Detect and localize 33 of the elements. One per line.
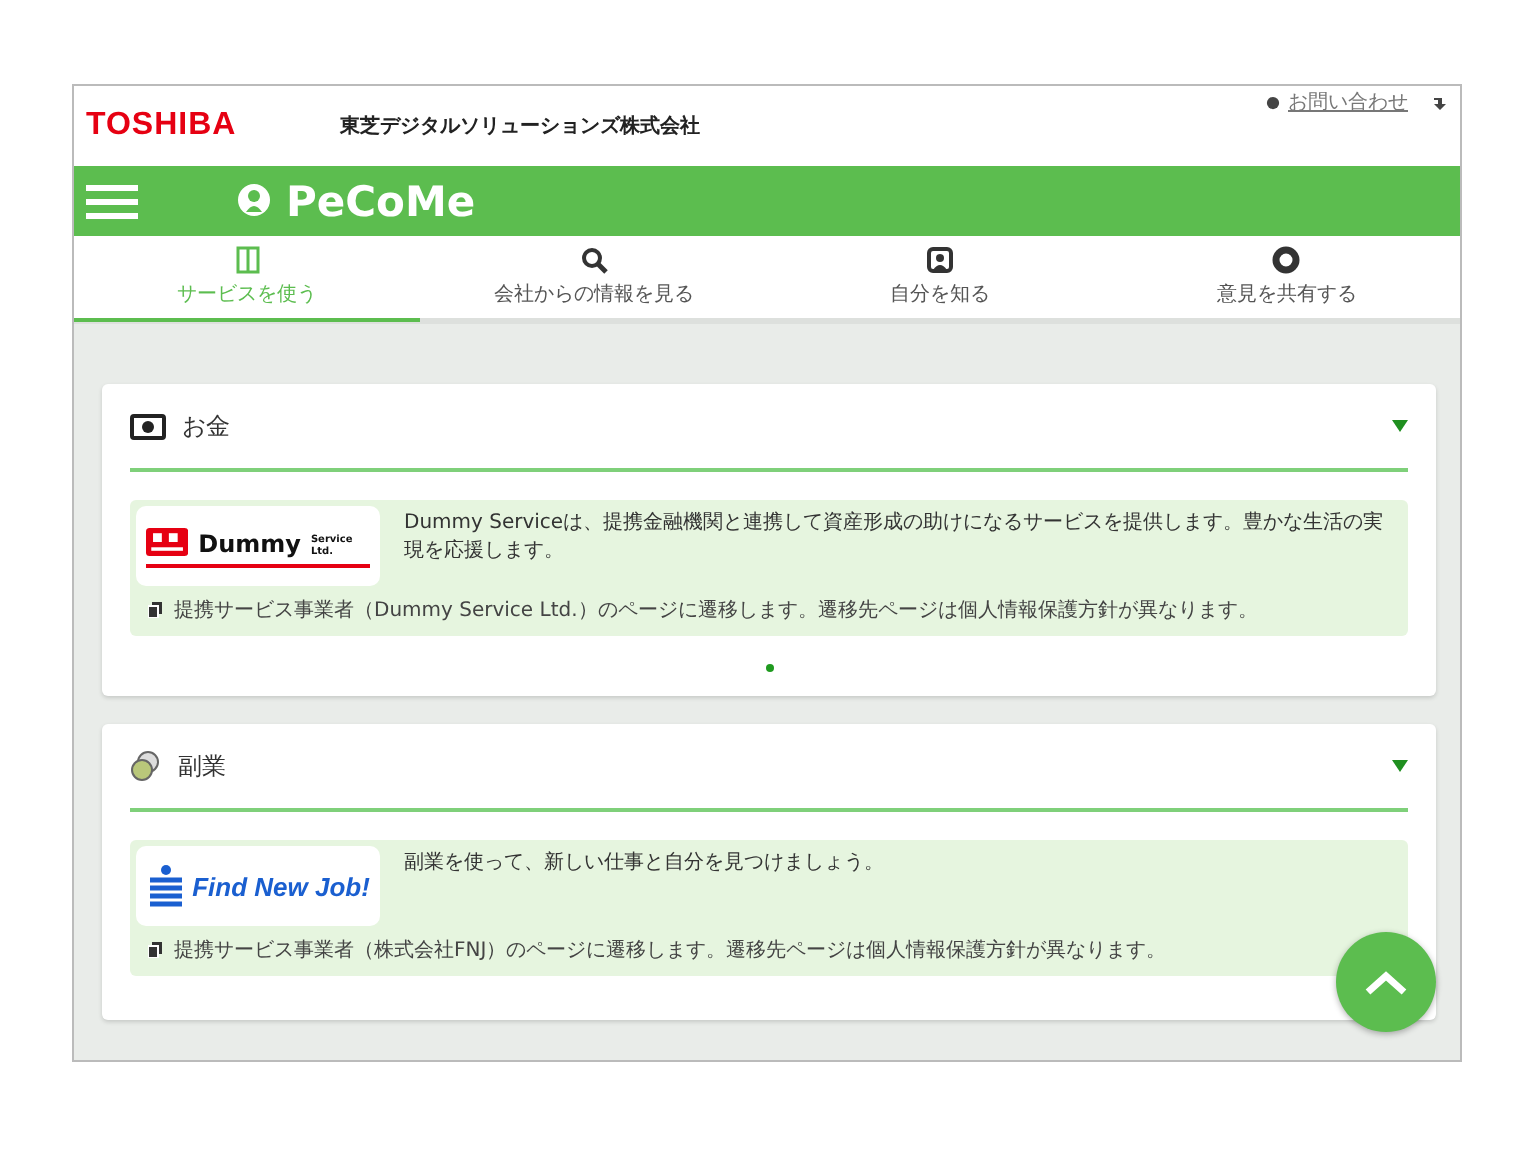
- external-page-icon: [148, 602, 162, 618]
- service-logo[interactable]: Find New Job!: [136, 846, 380, 926]
- company-logo: TOSHIBA: [86, 108, 237, 144]
- nav-tab[interactable]: 会社からの情報を見る: [420, 236, 767, 322]
- money-icon: [130, 413, 166, 439]
- collapse-toggle-icon[interactable]: [1392, 760, 1408, 772]
- person-icon: [926, 246, 955, 274]
- menu-icon[interactable]: [86, 183, 138, 219]
- transition-notice: 提携サービス事業者（Dummy Service Ltd.）のページに遷移します。遷移先ページは個人情報保護方針が異なります。: [174, 597, 1258, 624]
- collapse-toggle-icon[interactable]: [1392, 420, 1408, 432]
- app-title: PeCoMe: [286, 177, 476, 225]
- circle-icon: [1272, 246, 1301, 274]
- pager-dot[interactable]: [765, 664, 773, 672]
- book-icon: [233, 246, 262, 274]
- logo-text: Dummy: [198, 529, 301, 557]
- company-name: 東芝デジタルソリューションズ株式会社: [340, 113, 701, 140]
- chevron-up-icon: [1364, 969, 1408, 995]
- external-page-icon: [148, 942, 162, 958]
- service-description: 副業を使って、新しい仕事と自分を見つけましょう。: [404, 850, 884, 878]
- service-item[interactable]: Find New Job! 副業を使って、新しい仕事と自分を見つけましょう。 提携サービス事業者（株式会社FNJ）のページに遷移します。遷移先ページは個人情報保護方針が異なります。: [130, 840, 1408, 976]
- stacked-figure-icon: [146, 864, 187, 908]
- contact-link[interactable]: お問い合わせ: [1288, 88, 1408, 116]
- search-icon: [579, 246, 608, 274]
- logo-text: Find New Job!: [192, 871, 370, 901]
- person-logo-icon: [238, 183, 270, 219]
- nav-tab[interactable]: 意見を共有する: [1113, 236, 1460, 322]
- transition-notice: 提携サービス事業者（株式会社FNJ）のページに遷移します。遷移先ページは個人情報保護方針が異なります。: [174, 937, 1167, 964]
- category-title: 副業: [178, 749, 228, 783]
- card-logo-icon: [146, 525, 189, 557]
- category-title: お金: [182, 409, 232, 443]
- nav-tab[interactable]: 自分を知る: [767, 236, 1114, 322]
- coin-stack-icon: [130, 750, 162, 782]
- service-description: Dummy Serviceは、提携金融機関と連携して資産形成の助けになるサービスを提供します。豊かな生活の実現を応援します。: [404, 510, 1386, 565]
